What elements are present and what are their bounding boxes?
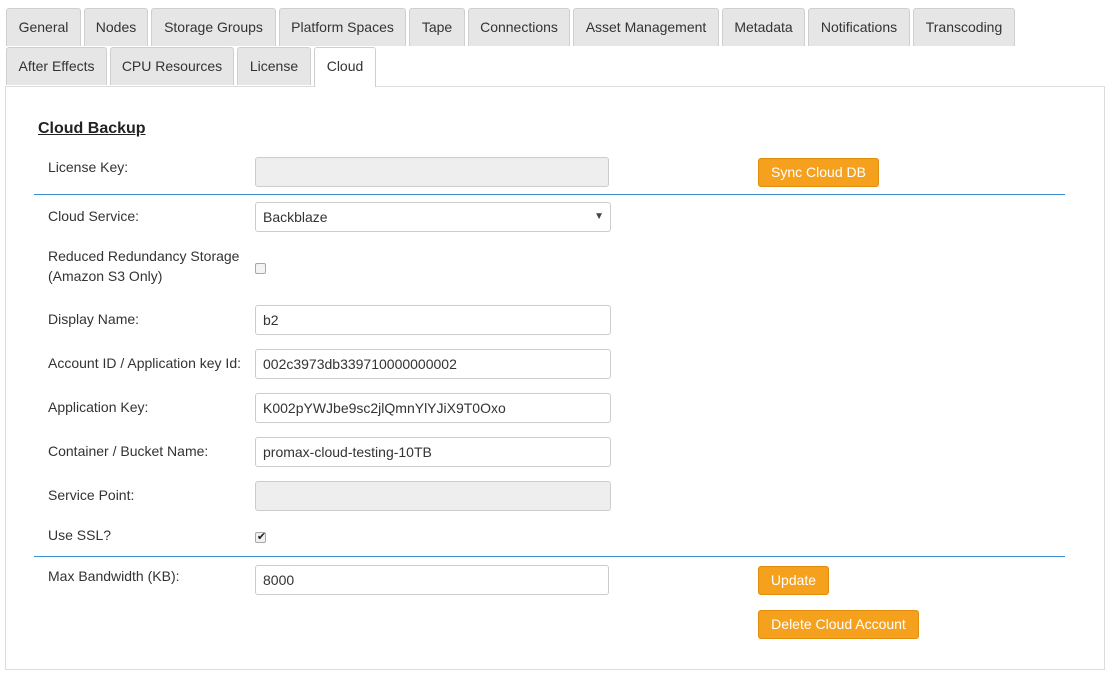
max-bandwidth-input[interactable]: 8000 bbox=[255, 565, 609, 595]
account-id-input[interactable]: 002c3973db339710000000002 bbox=[255, 349, 611, 379]
tab-cpu-resources[interactable]: CPU Resources bbox=[110, 47, 234, 85]
license-key-field bbox=[255, 157, 609, 187]
tab-notifications[interactable]: Notifications bbox=[808, 8, 910, 46]
cloud-service-select[interactable]: Backblaze ▼ bbox=[255, 202, 611, 232]
divider-top bbox=[34, 194, 1065, 195]
section-title: Cloud Backup bbox=[38, 120, 146, 137]
display-name-label: Display Name: bbox=[48, 311, 140, 327]
cloud-service-label: Cloud Service: bbox=[48, 208, 140, 224]
reduced-redundancy-label-line1: Reduced Redundancy Storage bbox=[48, 248, 240, 264]
tab-nodes[interactable]: Nodes bbox=[84, 8, 148, 46]
max-bandwidth-label: Max Bandwidth (KB): bbox=[48, 568, 180, 584]
chevron-down-icon: ▼ bbox=[594, 211, 604, 222]
tab-license[interactable]: License bbox=[237, 47, 311, 85]
tab-tape[interactable]: Tape bbox=[409, 8, 465, 46]
application-key-input[interactable]: K002pYWJbe9sc2jlQmnYlYJiX9T0Oxo bbox=[255, 393, 611, 423]
tab-general[interactable]: General bbox=[6, 8, 81, 46]
license-key-label: License Key: bbox=[48, 159, 129, 175]
use-ssl-checkbox[interactable]: ✔ bbox=[255, 531, 267, 543]
bucket-name-input[interactable]: promax-cloud-testing-10TB bbox=[255, 437, 611, 467]
divider-bottom bbox=[34, 556, 1065, 557]
tab-transcoding[interactable]: Transcoding bbox=[913, 8, 1015, 46]
cloud-service-value: Backblaze bbox=[263, 209, 328, 225]
tab-platform-spaces[interactable]: Platform Spaces bbox=[279, 8, 406, 46]
application-key-label: Application Key: bbox=[48, 399, 149, 415]
tab-cloud[interactable]: Cloud bbox=[314, 47, 376, 87]
update-button[interactable]: Update bbox=[758, 566, 829, 595]
checkmark-icon: ✔ bbox=[256, 531, 267, 543]
tab-metadata[interactable]: Metadata bbox=[722, 8, 805, 46]
reduced-redundancy-label: Reduced Redundancy Storage (Amazon S3 On… bbox=[48, 246, 239, 286]
tab-storage-groups[interactable]: Storage Groups bbox=[151, 8, 276, 46]
display-name-input[interactable]: b2 bbox=[255, 305, 611, 335]
use-ssl-label: Use SSL? bbox=[48, 527, 112, 543]
tab-connections[interactable]: Connections bbox=[468, 8, 570, 46]
reduced-redundancy-label-line2: (Amazon S3 Only) bbox=[48, 268, 163, 284]
tab-asset-management[interactable]: Asset Management bbox=[573, 8, 719, 46]
service-point-label: Service Point: bbox=[48, 487, 135, 503]
tab-after-effects[interactable]: After Effects bbox=[6, 47, 107, 85]
reduced-redundancy-checkbox[interactable] bbox=[255, 263, 266, 274]
bucket-name-label: Container / Bucket Name: bbox=[48, 443, 209, 459]
service-point-field bbox=[255, 481, 611, 511]
sync-cloud-db-button[interactable]: Sync Cloud DB bbox=[758, 158, 879, 187]
account-id-label: Account ID / Application key Id: bbox=[48, 355, 241, 371]
delete-cloud-account-button[interactable]: Delete Cloud Account bbox=[758, 610, 919, 639]
